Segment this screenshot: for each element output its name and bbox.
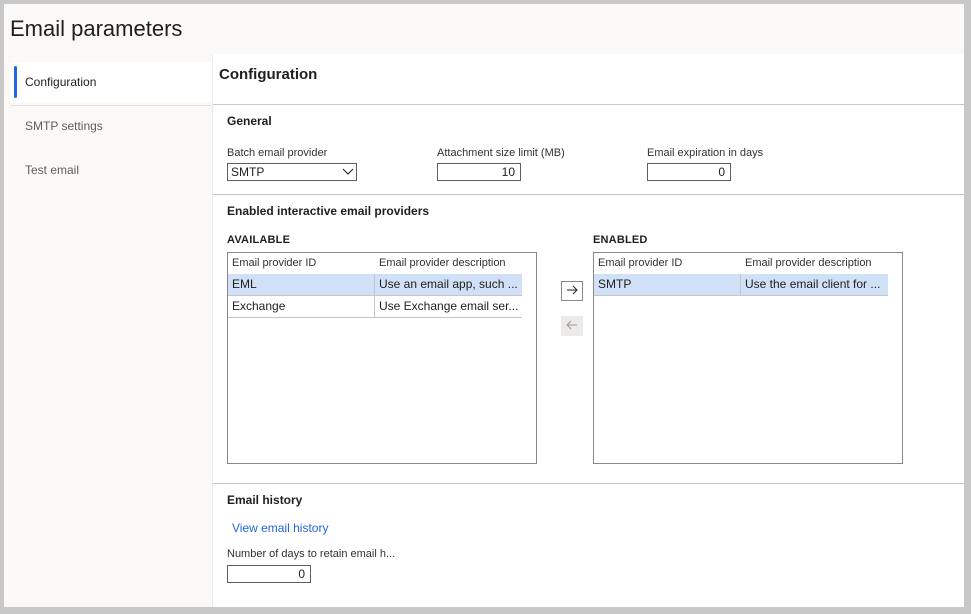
available-providers-grid: Email provider ID Email provider descrip… bbox=[227, 252, 537, 464]
table-row[interactable]: Exchange Use Exchange email ser... bbox=[228, 296, 522, 318]
history-group-title: Email history bbox=[227, 493, 303, 507]
nav-item-label: Test email bbox=[25, 163, 80, 177]
general-group-title: General bbox=[227, 114, 272, 128]
provider-id-cell: SMTP bbox=[594, 274, 741, 295]
column-header-description[interactable]: Email provider description bbox=[741, 253, 888, 273]
batch-provider-select[interactable]: SMTP bbox=[227, 163, 357, 181]
nav-item-test-email[interactable]: Test email bbox=[10, 150, 212, 190]
expiration-days-input[interactable]: 0 bbox=[647, 163, 731, 181]
divider bbox=[213, 194, 964, 195]
column-header-id[interactable]: Email provider ID bbox=[228, 253, 375, 273]
chevron-down-icon bbox=[340, 164, 356, 180]
interactive-group-title: Enabled interactive email providers bbox=[227, 204, 430, 218]
provider-id-cell: Exchange bbox=[228, 296, 375, 317]
view-email-history-link[interactable]: View email history bbox=[232, 521, 328, 535]
provider-description-cell: Use the email client for ... bbox=[745, 277, 881, 291]
batch-provider-value: SMTP bbox=[231, 165, 265, 179]
available-list-label: AVAILABLE bbox=[227, 234, 291, 246]
enabled-list-label: ENABLED bbox=[593, 234, 648, 246]
provider-description-cell: Use an email app, such ... bbox=[379, 277, 518, 291]
app-window: Email parameters Configuration SMTP sett… bbox=[4, 4, 964, 607]
section-title: Configuration bbox=[219, 66, 318, 83]
grid-header: Email provider ID Email provider descrip… bbox=[594, 253, 888, 273]
page-title: Email parameters bbox=[10, 16, 183, 41]
arrow-left-icon bbox=[566, 317, 578, 335]
enabled-providers-grid: Email provider ID Email provider descrip… bbox=[593, 252, 903, 464]
expiration-days-label: Email expiration in days bbox=[647, 147, 764, 159]
table-row[interactable]: EML Use an email app, such ... bbox=[228, 274, 522, 296]
arrow-right-icon bbox=[566, 282, 578, 300]
attachment-limit-value: 10 bbox=[501, 165, 515, 179]
batch-provider-label: Batch email provider bbox=[227, 147, 328, 159]
retain-days-value: 0 bbox=[298, 567, 305, 581]
divider bbox=[213, 104, 964, 105]
nav-item-label: Configuration bbox=[25, 75, 97, 89]
main-content: Configuration General Batch email provid… bbox=[213, 54, 964, 607]
left-navigation: Configuration SMTP settings Test email bbox=[4, 54, 213, 607]
attachment-limit-label: Attachment size limit (MB) bbox=[437, 147, 565, 159]
remove-provider-button[interactable] bbox=[561, 316, 583, 336]
grid-header: Email provider ID Email provider descrip… bbox=[228, 253, 522, 273]
provider-id-cell: EML bbox=[228, 274, 375, 295]
divider bbox=[213, 483, 964, 484]
attachment-limit-input[interactable]: 10 bbox=[437, 163, 521, 181]
nav-item-configuration[interactable]: Configuration bbox=[10, 62, 212, 106]
table-row[interactable]: SMTP Use the email client for ... bbox=[594, 274, 888, 296]
retain-days-label: Number of days to retain email h... bbox=[227, 548, 396, 560]
provider-description-cell: Use Exchange email ser... bbox=[379, 299, 519, 313]
page-header: Email parameters bbox=[4, 4, 964, 54]
nav-item-label: SMTP settings bbox=[25, 119, 103, 133]
column-header-id[interactable]: Email provider ID bbox=[594, 253, 741, 273]
column-header-description[interactable]: Email provider description bbox=[375, 253, 522, 273]
expiration-days-value: 0 bbox=[718, 165, 725, 179]
retain-days-input[interactable]: 0 bbox=[227, 565, 311, 583]
nav-item-smtp-settings[interactable]: SMTP settings bbox=[10, 106, 212, 146]
add-provider-button[interactable] bbox=[561, 281, 583, 301]
